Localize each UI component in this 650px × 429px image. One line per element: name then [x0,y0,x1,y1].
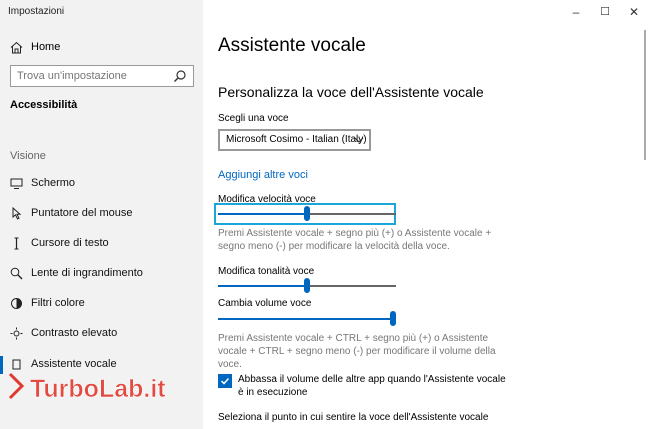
active-indicator [0,356,3,374]
watermark-logo: TurboLab.it [8,372,167,403]
position-label: Seleziona il punto in cui sentire la voc… [218,412,489,423]
speed-hint: Premi Assistente vocale + segno più (+) … [218,228,492,252]
sidebar-item-label: Contrasto elevato [31,327,118,339]
svg-text:TurboLab.it: TurboLab.it [30,375,166,403]
sidebar-item-cursore[interactable]: Cursore di testo [0,232,203,256]
sidebar-item-label: Assistente vocale [31,358,117,370]
voice-select-value: Microsoft Cosimo - Italian (Italy) [226,134,367,145]
pitch-slider[interactable] [218,276,396,296]
search-icon[interactable] [173,69,187,83]
checkmark-icon [220,377,230,385]
sidebar-item-schermo[interactable]: Schermo [0,172,203,196]
maximize-button[interactable]: ☐ [597,4,613,20]
slider-thumb[interactable] [390,311,396,326]
voice-select[interactable]: Microsoft Cosimo - Italian (Italy) [218,129,371,151]
scrollbar-thumb[interactable] [644,30,646,160]
sidebar-item-label: Lente di ingrandimento [31,267,143,279]
lower-others-label: Abbassa il volume delle altre app quando… [238,374,506,398]
home-icon [10,41,23,54]
chevron-down-icon [354,137,364,143]
sidebar-item-puntatore[interactable]: Puntatore del mouse [0,202,203,226]
page-title: Assistente vocale [218,35,366,56]
add-voices-link[interactable]: Aggiungi altre voci [218,169,308,181]
sidebar-item-label: Cursore di testo [31,237,109,249]
contrast-icon [10,327,23,340]
volume-label: Cambia volume voce [218,298,312,309]
slider-thumb[interactable] [304,278,310,293]
speed-slider[interactable] [218,204,396,224]
lower-others-checkbox[interactable] [218,374,232,388]
title-bar: Impostazioni – ☐ ✕ [0,0,650,26]
volume-slider[interactable] [218,309,396,329]
mouse-pointer-icon [12,207,22,220]
sidebar-item-label: Puntatore del mouse [31,207,133,219]
color-filter-icon [11,298,22,309]
home-label: Home [31,41,61,53]
display-icon [10,178,23,189]
slider-track-filled [218,285,304,287]
slider-track-filled [218,318,390,320]
magnifier-icon [10,267,23,280]
section-heading: Personalizza la voce dell'Assistente voc… [218,84,484,100]
slider-track-rest [310,213,396,215]
search-input[interactable] [17,69,157,83]
group-title: Visione [10,150,46,162]
slider-track-rest [310,285,396,287]
sidebar-item-lente[interactable]: Lente di ingrandimento [0,262,203,286]
app-title: Impostazioni [8,6,65,17]
search-box[interactable] [10,65,194,87]
minimize-button[interactable]: – [568,4,584,20]
voice-label: Scegli una voce [218,113,289,124]
sidebar-item-label: Schermo [31,177,76,189]
sidebar-item-label: Filtri colore [31,297,85,309]
sidebar-item-contrasto[interactable]: Contrasto elevato [0,322,203,346]
close-button[interactable]: ✕ [626,4,642,20]
text-cursor-icon [14,237,19,250]
slider-thumb[interactable] [304,206,310,221]
slider-track-filled [218,213,304,215]
section-title: Accessibilità [10,99,78,111]
sidebar-item-filtri[interactable]: Filtri colore [0,292,203,316]
volume-hint: Premi Assistente vocale + CTRL + segno p… [218,333,496,370]
